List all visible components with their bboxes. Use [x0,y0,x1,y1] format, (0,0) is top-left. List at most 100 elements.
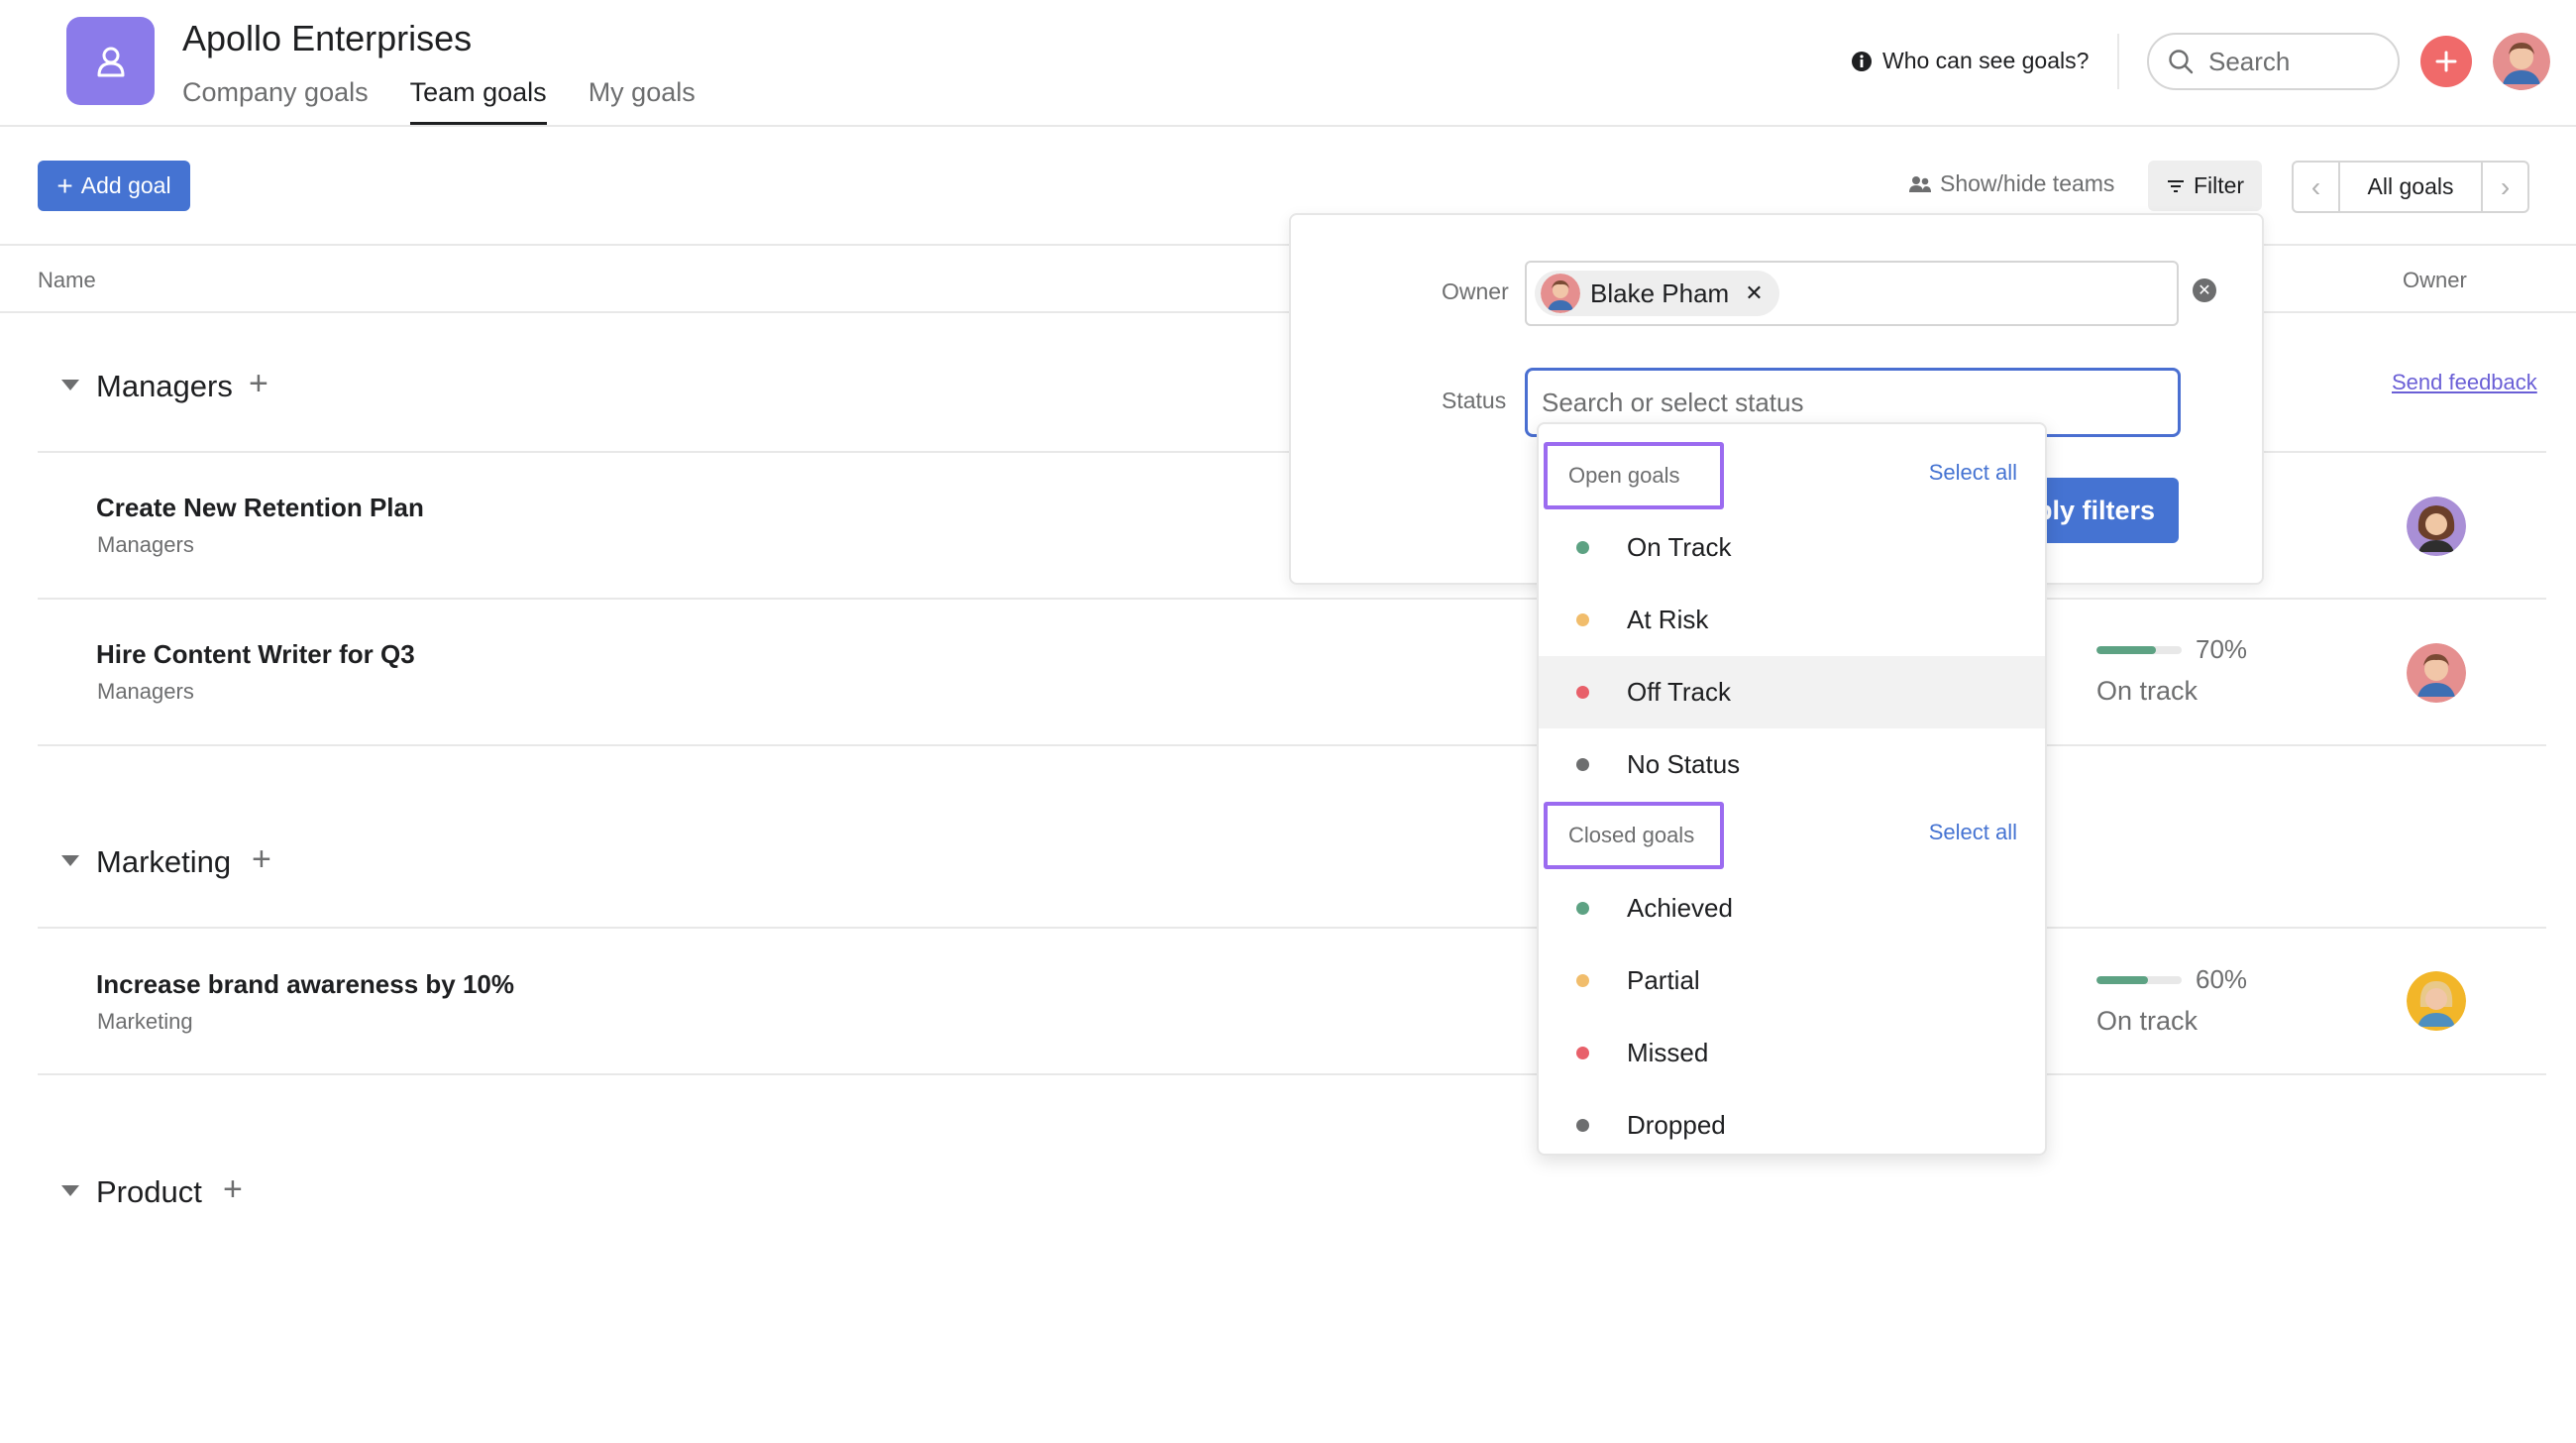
filter-icon [2167,179,2184,192]
add-goal-to-section-icon[interactable]: + [252,840,271,879]
remove-chip-icon[interactable]: ✕ [1745,280,1763,306]
people-icon [1909,175,1931,192]
clear-owner-icon[interactable]: ✕ [2193,278,2216,302]
column-owner: Owner [2403,268,2467,292]
goal-title[interactable]: Increase brand awareness by 10% [96,969,514,1000]
status-dot-icon [1576,1047,1589,1059]
section-title: Marketing [96,844,232,879]
add-goal-button[interactable]: + Add goal [38,161,190,211]
option-label: Off Track [1627,677,1731,707]
page-title: Apollo Enterprises [182,18,473,58]
owner-chip[interactable]: Blake Pham ✕ [1535,271,1779,316]
add-goal-label: Add goal [80,172,171,198]
owner-chip-avatar [1541,274,1580,313]
who-can-see-label: Who can see goals? [1882,48,2090,73]
goal-team: Managers [97,679,194,704]
progress-bar-fill [2096,645,2157,654]
who-can-see-link[interactable]: Who can see goals? [1851,48,2089,74]
open-goals-header: Open goals [1544,442,1724,509]
header-divider [2117,34,2119,89]
progress-percent: 60% [2196,964,2248,994]
status-option-missed[interactable]: Missed [1539,1017,2045,1089]
progress-bar-fill [2096,975,2148,984]
status-option-achieved[interactable]: Achieved [1539,872,2045,944]
row-divider [38,598,2546,600]
show-hide-teams-button[interactable]: Show/hide teams [1908,170,2114,197]
progress-indicator: 70% [2096,634,2247,665]
send-feedback-link[interactable]: Send feedback [2392,370,2537,395]
status-option-dropped[interactable]: Dropped [1539,1089,2045,1162]
collapse-triangle-icon[interactable] [61,380,79,390]
team-logo[interactable] [66,17,155,105]
goal-title[interactable]: Create New Retention Plan [96,493,424,523]
closed-goals-header: Closed goals [1544,802,1724,869]
plus-icon [2435,51,2457,72]
row-divider [38,927,2546,929]
search-input[interactable] [2208,46,2377,77]
top-header: Apollo Enterprises Company goals Team go… [0,0,2576,127]
owner-chip-label: Blake Pham [1590,278,1730,308]
collapse-triangle-icon[interactable] [61,855,79,866]
status-dot-icon [1576,974,1589,987]
owner-avatar[interactable] [2407,643,2466,703]
status-filter-label: Status [1442,388,1507,413]
status-dot-icon [1576,902,1589,915]
status-option-no-status[interactable]: No Status [1539,728,2045,801]
goal-team: Managers [97,532,194,557]
user-icon [97,47,124,76]
progress-bar [2096,975,2182,984]
option-label: At Risk [1627,605,1709,634]
progress-indicator: 60% [2096,964,2247,995]
user-avatar[interactable] [2493,33,2550,90]
info-icon [1852,51,1872,71]
status-dot-icon [1576,613,1589,626]
section-marketing: Marketing + [38,840,2546,973]
progress-status: On track [2096,1006,2199,1036]
owner-filter-field[interactable]: Blake Pham ✕ [1525,261,2179,326]
option-label: No Status [1627,749,1741,779]
owner-filter-label: Owner [1442,278,1509,304]
status-dot-icon [1576,1119,1589,1132]
option-label: Achieved [1627,893,1733,923]
owner-avatar[interactable] [2407,971,2466,1031]
row-divider [38,744,2546,746]
view-label[interactable]: All goals [2338,163,2483,211]
option-label: Partial [1627,965,1700,995]
tab-team-goals[interactable]: Team goals [409,77,547,125]
row-divider [38,1073,2546,1075]
chevron-left-icon[interactable]: ‹ [2294,163,2338,211]
owner-avatar[interactable] [2407,497,2466,556]
section-title: Product [96,1174,202,1209]
section-product: Product + [38,1170,2546,1303]
create-button[interactable] [2420,36,2472,87]
collapse-triangle-icon[interactable] [61,1185,79,1196]
column-name: Name [38,268,96,292]
progress-percent: 70% [2196,634,2248,664]
view-switcher: ‹ All goals › [2292,161,2529,213]
filter-button[interactable]: Filter [2148,161,2262,211]
select-all-open-link[interactable]: Select all [1929,460,2017,486]
status-option-at-risk[interactable]: At Risk [1539,584,2045,656]
status-dropdown: Open goals Select all On Track At Risk O… [1537,422,2047,1156]
section-title: Managers [96,369,233,403]
status-option-off-track[interactable]: Off Track [1539,656,2045,728]
tab-company-goals[interactable]: Company goals [182,77,369,125]
select-all-closed-link[interactable]: Select all [1929,820,2017,845]
status-dot-icon [1576,758,1589,771]
chevron-right-icon[interactable]: › [2483,163,2527,211]
option-label: Missed [1627,1038,1709,1067]
progress-status: On track [2096,676,2199,706]
tab-my-goals[interactable]: My goals [589,77,696,125]
status-option-partial[interactable]: Partial [1539,944,2045,1017]
progress-bar [2096,645,2182,654]
option-label: On Track [1627,532,1732,562]
option-label: Dropped [1627,1110,1726,1140]
add-goal-to-section-icon[interactable]: + [223,1170,243,1209]
add-goal-to-section-icon[interactable]: + [249,365,268,403]
status-option-on-track[interactable]: On Track [1539,511,2045,584]
goal-title[interactable]: Hire Content Writer for Q3 [96,639,415,670]
search-box[interactable] [2147,33,2400,90]
search-icon [2169,50,2194,74]
apply-filters-button[interactable]: ply filters [2024,478,2179,543]
status-dot-icon [1576,541,1589,554]
